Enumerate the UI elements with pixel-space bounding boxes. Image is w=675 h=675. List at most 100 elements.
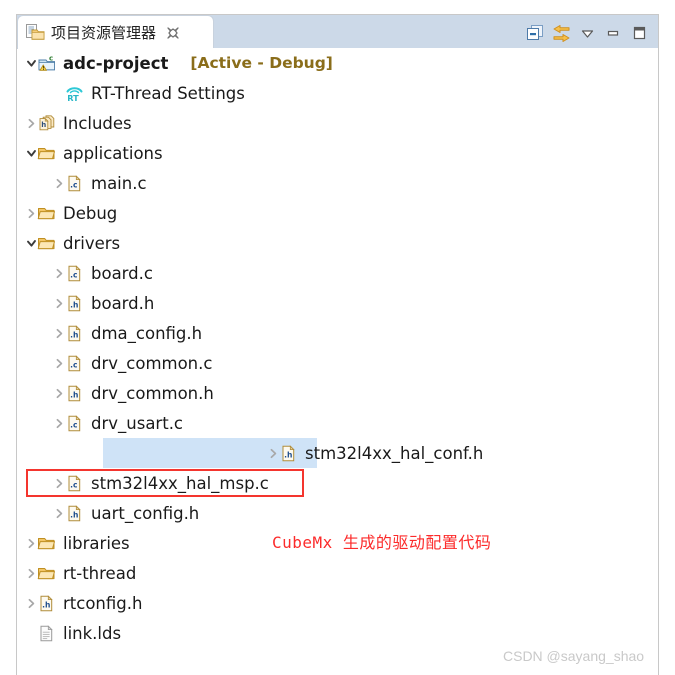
- tree-row[interactable]: h Includes: [18, 108, 657, 138]
- tree-row[interactable]: Debug: [18, 198, 657, 228]
- tree-row-label: stm32l4xx_hal_msp.c: [91, 473, 269, 493]
- generic-file-icon: [37, 624, 56, 643]
- tree-row-label: Includes: [63, 113, 132, 133]
- tree-row-label: board.h: [91, 293, 155, 313]
- chevron-right-icon[interactable]: [26, 538, 37, 549]
- h-file-icon: .h: [65, 504, 84, 523]
- chevron-right-icon[interactable]: [54, 508, 65, 519]
- c-file-icon: .c: [65, 474, 84, 493]
- maximize-icon: [633, 26, 646, 40]
- chevron-right-icon[interactable]: [54, 388, 65, 399]
- chevron-down-icon[interactable]: [26, 148, 37, 159]
- view-toolbar: [522, 21, 652, 45]
- tree-row[interactable]: .h drv_common.h: [18, 378, 657, 408]
- svg-text:.c: .c: [70, 270, 77, 279]
- tree-row-label: uart_config.h: [91, 503, 200, 523]
- tree-row[interactable]: RT RT-Thread Settings: [18, 78, 657, 108]
- tree-row-label: drivers: [63, 233, 121, 253]
- chevron-right-icon[interactable]: [26, 598, 37, 609]
- tree-row[interactable]: .c board.c: [18, 258, 657, 288]
- tree-row-label: board.c: [91, 263, 153, 283]
- tree-row[interactable]: c! adc-project [Active - Debug]: [18, 48, 657, 78]
- link-with-editor-button[interactable]: [548, 21, 574, 45]
- svg-text:.h: .h: [70, 510, 78, 519]
- svg-text:c: c: [49, 54, 53, 62]
- tree-row[interactable]: .c stm32l4xx_hal_msp.c: [18, 468, 657, 498]
- tree-row[interactable]: rt-thread: [18, 558, 657, 588]
- h-file-icon: .h: [65, 384, 84, 403]
- chevron-right-icon[interactable]: [54, 298, 65, 309]
- tree-row[interactable]: .h rtconfig.h: [18, 588, 657, 618]
- tree-row-label: Debug: [63, 203, 118, 223]
- svg-text:h: h: [41, 121, 46, 129]
- project-explorer-icon: [26, 24, 45, 41]
- watermark: CSDN @sayang_shao: [503, 648, 645, 664]
- tree-row[interactable]: .h dma_config.h: [18, 318, 657, 348]
- project-tree[interactable]: c! adc-project [Active - Debug] RT RT-Thread…: [18, 48, 657, 675]
- svg-text:.h: .h: [284, 450, 292, 459]
- chevron-right-icon[interactable]: [54, 178, 65, 189]
- maximize-button[interactable]: [626, 21, 652, 45]
- h-file-icon: .h: [65, 324, 84, 343]
- chevron-right-icon[interactable]: [54, 478, 65, 489]
- chevron-down-icon[interactable]: [26, 238, 37, 249]
- svg-text:.c: .c: [70, 480, 77, 489]
- h-file-icon: .h: [65, 294, 84, 313]
- view-menu-button[interactable]: [574, 21, 600, 45]
- h-file-icon: .h: [37, 594, 56, 613]
- tree-row[interactable]: .h board.h: [18, 288, 657, 318]
- tree-row-label: adc-project: [63, 53, 169, 73]
- svg-text:.c: .c: [70, 360, 77, 369]
- chevron-right-icon[interactable]: [26, 568, 37, 579]
- tree-row[interactable]: .c drv_common.c: [18, 348, 657, 378]
- chevron-right-icon[interactable]: [268, 448, 279, 459]
- link-editor-icon: [553, 24, 569, 42]
- chevron-right-icon[interactable]: [54, 268, 65, 279]
- chevron-right-icon[interactable]: [54, 358, 65, 369]
- folder-icon: [37, 234, 56, 253]
- chevron-right-icon[interactable]: [54, 418, 65, 429]
- tree-row[interactable]: .h uart_config.h: [18, 498, 657, 528]
- tree-row-label: rt-thread: [63, 563, 137, 583]
- tree-row-label: stm32l4xx_hal_conf.h: [305, 443, 484, 463]
- tree-row[interactable]: drivers: [18, 228, 657, 258]
- chevron-down-icon[interactable]: [26, 58, 37, 69]
- project-icon: c!: [37, 54, 56, 73]
- annotation-text: CubeMx 生成的驱动配置代码: [272, 533, 492, 552]
- c-file-icon: .c: [65, 354, 84, 373]
- tree-row[interactable]: link.lds: [18, 618, 657, 648]
- svg-text:.h: .h: [70, 330, 78, 339]
- tree-row-label: dma_config.h: [91, 323, 203, 343]
- tab-project-explorer[interactable]: 项目资源管理器: [17, 15, 214, 49]
- tree-row[interactable]: .h stm32l4xx_hal_conf.h: [18, 438, 657, 468]
- chevron-right-icon[interactable]: [54, 328, 65, 339]
- tree-row-label: link.lds: [63, 623, 122, 643]
- collapse-all-icon: [527, 25, 543, 40]
- svg-text:.h: .h: [42, 600, 50, 609]
- c-file-icon: .c: [65, 264, 84, 283]
- svg-text:RT: RT: [67, 93, 79, 103]
- tree-row-label: libraries: [63, 533, 130, 553]
- folder-icon: [37, 204, 56, 223]
- tree-row-label: rtconfig.h: [63, 593, 143, 613]
- tree-row[interactable]: applications: [18, 138, 657, 168]
- tree-row-label: drv_common.c: [91, 353, 213, 373]
- chevron-down-icon: [581, 29, 593, 38]
- tree-row-label: drv_common.h: [91, 383, 214, 403]
- minimize-icon: [607, 30, 619, 36]
- c-file-icon: .c: [65, 174, 84, 193]
- close-icon[interactable]: [166, 26, 180, 40]
- h-file-icon: .h: [279, 444, 298, 463]
- tree-row[interactable]: .c main.c: [18, 168, 657, 198]
- chevron-right-icon[interactable]: [26, 208, 37, 219]
- collapse-all-button[interactable]: [522, 21, 548, 45]
- folder-icon: [37, 144, 56, 163]
- tab-label: 项目资源管理器: [51, 24, 157, 42]
- chevron-right-icon[interactable]: [26, 118, 37, 129]
- minimize-button[interactable]: [600, 21, 626, 45]
- tree-row[interactable]: .c drv_usart.c: [18, 408, 657, 438]
- includes-icon: h: [37, 114, 56, 133]
- svg-text:.c: .c: [70, 180, 77, 189]
